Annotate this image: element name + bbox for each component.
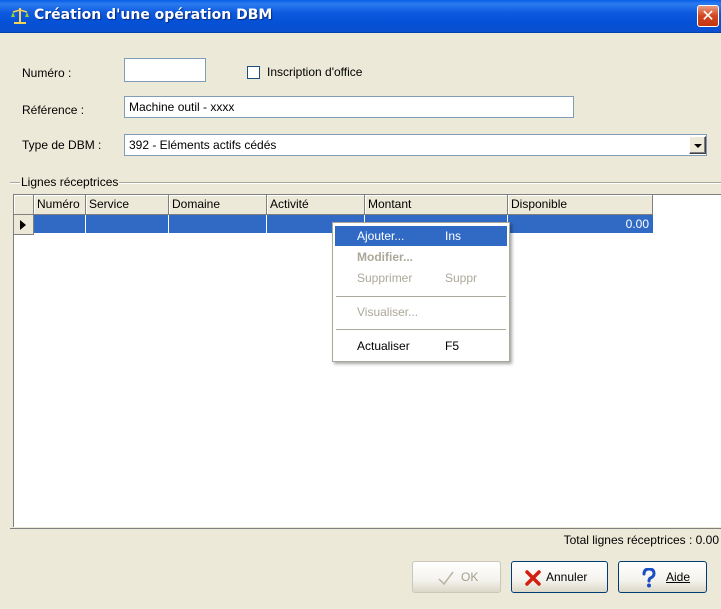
column-header-activite[interactable]: Activité (267, 195, 365, 215)
ok-label: OK (461, 570, 479, 584)
menu-item-label: Supprimer (357, 271, 413, 285)
inscription-label[interactable]: Inscription d'office (267, 65, 362, 79)
menu-item-label: Actualiser (357, 339, 410, 353)
menu-item-supprimer[interactable]: Supprimer Suppr (335, 268, 507, 288)
cell-numero[interactable] (34, 215, 86, 234)
menu-item-ajouter[interactable]: Ajouter... Ins (335, 226, 507, 246)
column-header-numero[interactable]: Numéro (34, 195, 86, 215)
menu-item-actualiser[interactable]: Actualiser F5 (335, 336, 507, 356)
row-pointer-icon[interactable] (14, 215, 34, 235)
menu-item-label: Modifier... (357, 250, 414, 264)
menu-item-shortcut: Suppr (445, 271, 478, 285)
cancel-label: Annuler (546, 570, 588, 584)
numero-label: Numéro : (22, 66, 72, 80)
ok-button[interactable]: OK (412, 561, 501, 593)
cell-domaine[interactable] (169, 215, 267, 234)
group-label: Lignes réceptrices (20, 175, 120, 189)
menu-item-label: Ajouter... (357, 229, 405, 243)
menu-item-visualiser[interactable]: Visualiser... (335, 302, 507, 322)
inscription-checkbox[interactable] (247, 66, 260, 79)
help-label: Aide (666, 570, 691, 584)
column-header-service[interactable]: Service (86, 195, 169, 215)
disponible-value: 0.00 (625, 217, 649, 231)
help-icon (642, 568, 656, 588)
total-bar: Total lignes réceptrices : 0.00 (10, 528, 721, 550)
menu-item-label: Visualiser... (357, 305, 419, 319)
numero-input[interactable] (124, 58, 206, 82)
window-title: Création d'une opération DBM (34, 7, 273, 23)
close-button[interactable]: ✕ (697, 5, 719, 27)
cell-disponible[interactable]: 0.00 (508, 215, 653, 234)
column-header-montant[interactable]: Montant (365, 195, 508, 215)
menu-separator (336, 329, 506, 330)
column-header-domaine[interactable]: Domaine (169, 195, 267, 215)
title-bar[interactable]: Création d'une opération DBM ✕ (0, 0, 721, 33)
cancel-button[interactable]: Annuler (511, 561, 608, 593)
menu-item-modifier[interactable]: Modifier... (335, 247, 507, 267)
total-text: Total lignes réceptrices : 0.00 (563, 533, 719, 547)
reference-input[interactable]: Machine outil - xxxx (124, 96, 574, 118)
menu-item-shortcut: Ins (445, 229, 462, 243)
column-header-disponible[interactable]: Disponible (508, 195, 653, 215)
app-balance-icon (11, 8, 29, 24)
menu-item-shortcut: F5 (445, 339, 460, 353)
dialog-window: Création d'une opération DBM ✕ Numéro : … (0, 0, 721, 609)
type-dbm-select[interactable]: 392 - Eléments actifs cédés (124, 134, 707, 156)
reference-label: Référence : (22, 103, 85, 117)
help-button[interactable]: Aide (618, 561, 707, 593)
cell-service[interactable] (86, 215, 169, 234)
menu-separator (336, 296, 506, 297)
dropdown-arrow-icon[interactable] (689, 136, 706, 154)
checkmark-icon (438, 571, 454, 586)
type-dbm-label: Type de DBM : (22, 138, 102, 152)
grid-corner (14, 195, 34, 215)
context-menu: Ajouter... Ins Modifier... Supprimer Sup… (332, 222, 510, 362)
close-icon: ✕ (701, 6, 715, 25)
cancel-x-icon (525, 570, 541, 586)
